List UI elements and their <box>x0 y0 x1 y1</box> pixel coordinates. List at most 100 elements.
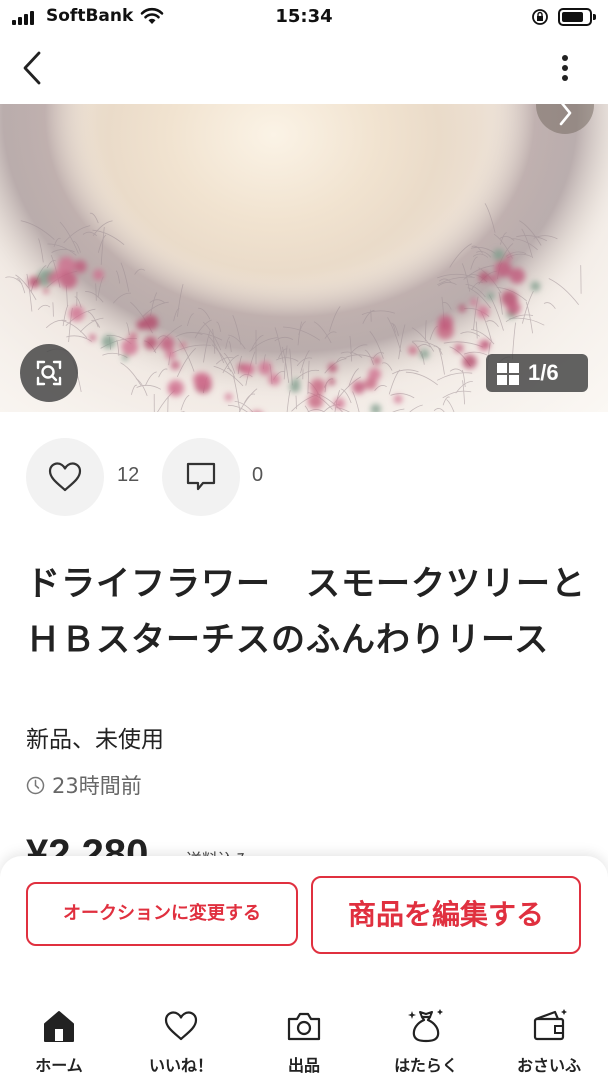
wreath-flower <box>129 332 138 341</box>
next-image-button[interactable] <box>536 104 594 134</box>
wreath-flower <box>462 354 477 369</box>
clock-icon <box>26 776 45 795</box>
change-to-auction-button[interactable]: オークションに変更する <box>26 882 298 946</box>
tab-label-likes: いいね！ <box>148 1056 213 1075</box>
image-counter[interactable]: 1/6 <box>486 354 588 392</box>
wreath-flower <box>373 357 381 365</box>
wreath-flower <box>136 319 147 330</box>
wreath-flower <box>289 382 301 393</box>
heart-icon <box>48 462 82 492</box>
wreath-flower <box>437 315 454 331</box>
wreath-flower <box>159 336 175 351</box>
wreath-flower <box>419 349 430 359</box>
comment-icon <box>186 462 216 491</box>
more-options-button[interactable] <box>550 50 580 86</box>
wreath-flower <box>493 249 505 261</box>
wreath-flower <box>179 342 187 349</box>
wreath-flower <box>92 269 104 281</box>
wreath-flower <box>307 393 324 409</box>
wreath-flower <box>73 260 87 273</box>
product-image[interactable]: 1/6 <box>0 104 608 412</box>
wreath-flower <box>454 343 464 353</box>
comment-count: 0 <box>252 464 264 486</box>
wreath-flower <box>489 275 498 283</box>
like-count: 12 <box>117 464 140 486</box>
zoom-search-button[interactable] <box>20 344 78 402</box>
image-search-icon <box>36 360 62 386</box>
camera-icon <box>287 1012 321 1041</box>
wreath-flower <box>352 380 366 394</box>
wreath-texture <box>442 390 472 399</box>
wreath-flower <box>167 379 184 397</box>
wreath-flower <box>144 336 158 350</box>
wreath-flower <box>243 363 254 374</box>
wreath-flower <box>258 361 273 375</box>
grid-icon <box>497 363 519 385</box>
wreath-flower <box>530 281 541 292</box>
wreath-flower <box>370 404 381 412</box>
wreath-flower <box>28 276 41 289</box>
like-button[interactable] <box>26 438 104 516</box>
wreath-flower <box>309 378 326 395</box>
product-condition: 新品、未使用 <box>26 727 164 753</box>
status-time: 15:34 <box>275 6 333 27</box>
wreath-flower <box>224 393 233 401</box>
tab-bar: ホーム いいね！ 出品 はたらく おさいふ <box>0 1000 608 1080</box>
wreath-flower <box>333 398 345 409</box>
wreath-flower <box>193 372 207 386</box>
edit-product-button[interactable]: 商品を編集する <box>311 876 581 954</box>
wreath-flower <box>327 363 338 373</box>
wreath-texture <box>136 384 161 390</box>
back-button[interactable] <box>14 48 50 88</box>
wreath-flower <box>458 304 466 313</box>
tab-home[interactable]: ホーム <box>4 1008 114 1078</box>
wreath-flower <box>408 345 418 355</box>
wreath-flower <box>368 367 381 381</box>
tab-label-home: ホーム <box>35 1056 83 1075</box>
wreath-flower <box>165 349 176 360</box>
wreath-flower <box>43 287 49 294</box>
wreath-texture <box>446 399 455 412</box>
wreath-flower <box>89 334 96 342</box>
wreath-flower <box>47 272 59 285</box>
chevron-right-icon <box>559 104 572 126</box>
wreath-flower <box>268 373 281 386</box>
image-counter-text: 1/6 <box>528 360 559 385</box>
product-title: ドライフラワー スモークツリーとＨＢスターチスのふんわりリース <box>26 564 586 660</box>
wreath-flower <box>506 301 521 316</box>
tab-label-work: はたらく <box>394 1056 458 1075</box>
tab-work[interactable]: はたらく <box>371 1008 481 1078</box>
wallet-icon <box>533 1009 567 1041</box>
nav-bar <box>0 34 608 104</box>
tab-label-sell: 出品 <box>287 1056 320 1075</box>
wreath-flower <box>486 292 495 300</box>
wreath-texture <box>131 384 138 395</box>
comment-button[interactable] <box>162 438 240 516</box>
wreath-flower <box>121 338 139 356</box>
wreath-texture <box>180 395 190 411</box>
wreath-flower <box>509 268 525 284</box>
tab-likes[interactable]: いいね！ <box>126 1008 236 1078</box>
wreath-flower <box>101 335 116 349</box>
wreath-flower <box>505 254 512 261</box>
tab-wallet[interactable]: おさいふ <box>494 1008 604 1078</box>
wreath-flower <box>393 394 403 404</box>
wreath-flower <box>327 377 336 386</box>
wreath-flower <box>170 360 180 370</box>
wreath-flower <box>476 305 490 318</box>
wreath-texture <box>182 411 186 412</box>
status-bar: SoftBank 15:34 <box>0 0 608 34</box>
wreath-flower <box>59 271 78 289</box>
rotation-lock-icon <box>532 9 548 25</box>
wreath-flower <box>494 260 512 278</box>
money-bag-icon <box>408 1009 443 1043</box>
wreath-flower <box>470 298 478 306</box>
wreath-flower <box>122 354 129 361</box>
home-icon <box>44 1011 74 1042</box>
battery-icon <box>558 8 596 26</box>
wreath-texture <box>433 408 445 412</box>
tab-sell[interactable]: 出品 <box>249 1008 359 1078</box>
wreath-texture <box>409 404 423 412</box>
wreath-flower <box>69 306 85 322</box>
wreath-texture <box>390 393 415 399</box>
